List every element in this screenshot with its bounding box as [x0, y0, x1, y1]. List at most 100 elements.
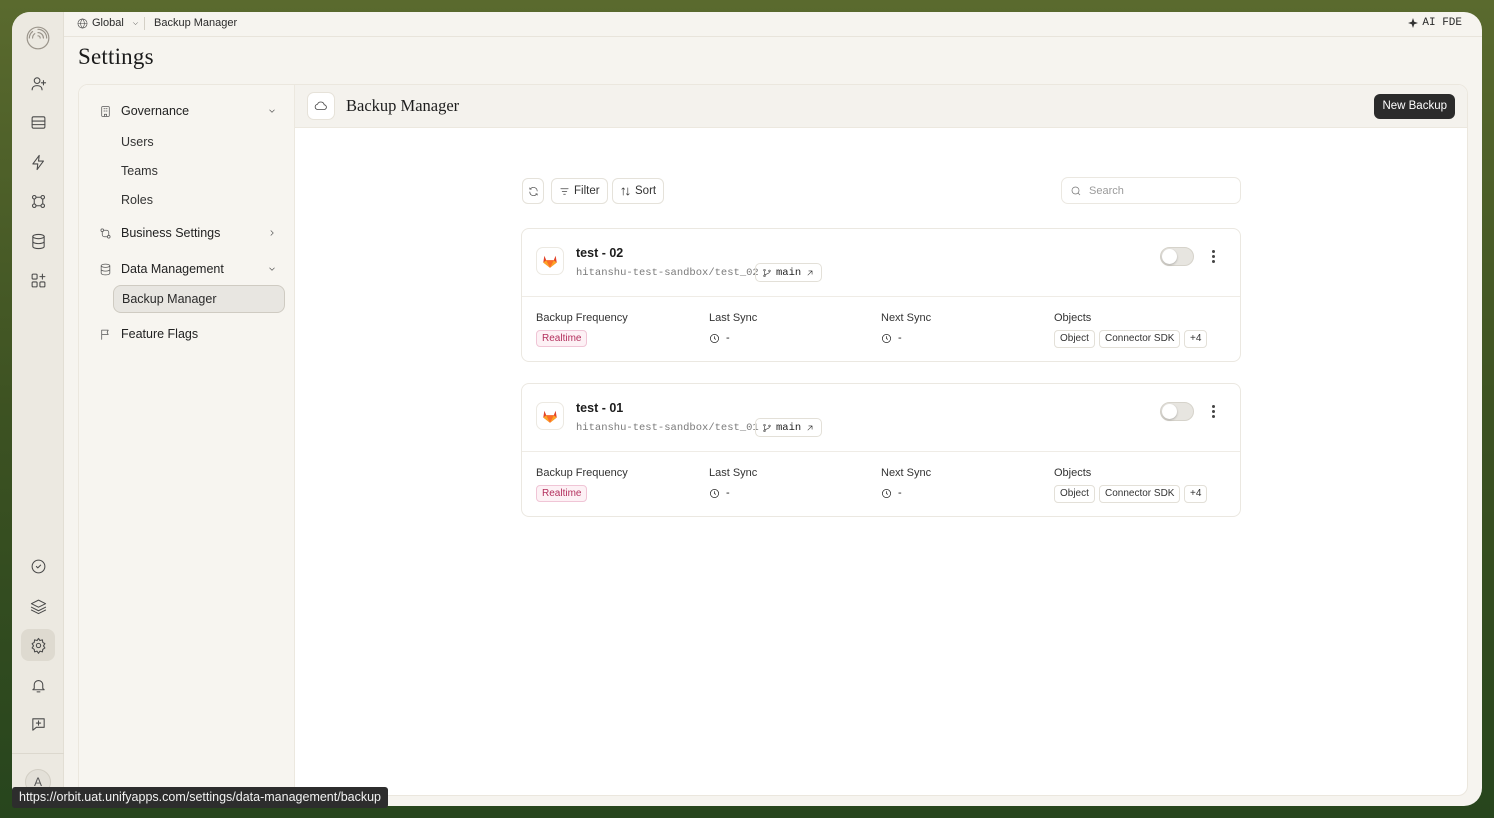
ai-fde-label: AI FDE [1422, 17, 1462, 29]
frequency-label: Backup Frequency [536, 467, 628, 479]
branch-link[interactable]: main [755, 418, 823, 437]
toggle-knob [1162, 404, 1177, 419]
settings-icon[interactable] [21, 629, 55, 661]
branch-label: main [776, 421, 802, 434]
sparkle-icon [1408, 18, 1419, 28]
repo-path: hitanshu-test-sandbox/test_02 [576, 267, 759, 279]
database-icon [100, 263, 111, 275]
building-icon [101, 105, 110, 117]
card-divider [522, 451, 1240, 452]
backup-toggle[interactable] [1160, 402, 1194, 421]
layers-icon[interactable] [21, 590, 55, 622]
search-icon [1071, 186, 1081, 195]
sidebar-item-users[interactable]: Users [121, 135, 154, 149]
settings-sidebar: Governance Users Teams Roles Business Se… [79, 85, 295, 795]
gitlab-icon [536, 247, 564, 275]
refresh-button[interactable] [522, 178, 544, 204]
filter-label: Filter [574, 185, 600, 197]
sidebar-item-backup-manager[interactable]: Backup Manager [113, 285, 285, 313]
app-window: A Global Backup Manager AI FDE Settings … [12, 12, 1482, 806]
git-compare-icon [100, 228, 111, 238]
sidebar-group-label: Business Settings [121, 226, 221, 240]
next-sync-text: - [898, 332, 902, 344]
last-sync-label: Last Sync [709, 312, 758, 324]
user-plus-icon[interactable] [21, 67, 55, 99]
object-tag: Object [1054, 485, 1095, 503]
clock-icon [710, 333, 719, 343]
scope-selector[interactable]: Global [77, 17, 140, 29]
more-objects-tag[interactable]: +4 [1184, 330, 1208, 348]
workflow-icon[interactable] [21, 185, 55, 217]
object-tag: Object [1054, 330, 1095, 348]
branch-link[interactable]: main [755, 263, 823, 282]
last-sync-text: - [726, 487, 730, 499]
more-options-icon[interactable] [1206, 247, 1220, 265]
shield-check-icon[interactable] [21, 550, 55, 582]
branch-label: main [776, 266, 802, 279]
repo-path: hitanshu-test-sandbox/test_01 [576, 422, 759, 434]
logo-icon[interactable] [21, 22, 55, 54]
filter-button[interactable]: Filter [551, 178, 608, 204]
database-icon[interactable] [21, 225, 55, 257]
sort-button[interactable]: Sort [612, 178, 665, 204]
sidebar-item-teams[interactable]: Teams [121, 164, 158, 178]
inbox-icon[interactable] [21, 106, 55, 138]
backup-card[interactable]: test - 02 hitanshu-test-sandbox/test_02 … [521, 228, 1241, 362]
git-branch-icon [763, 268, 771, 277]
sidebar-group-governance[interactable]: Governance [99, 104, 277, 118]
sidebar-group-feature-flags[interactable]: Feature Flags [99, 327, 277, 341]
backup-toggle[interactable] [1160, 247, 1194, 266]
object-tag: Connector SDK [1099, 330, 1181, 348]
feedback-icon[interactable] [21, 708, 55, 740]
cloud-icon [307, 92, 335, 120]
external-link-icon [807, 270, 813, 275]
backup-name: test - 01 [576, 401, 624, 415]
topbar: Global Backup Manager AI FDE [64, 12, 1482, 36]
search-field[interactable] [1061, 177, 1241, 204]
object-tag: Connector SDK [1099, 485, 1181, 503]
more-objects-tag[interactable]: +4 [1184, 485, 1208, 503]
clock-icon [882, 333, 891, 343]
external-link-icon [807, 425, 813, 430]
card-divider [522, 296, 1240, 297]
breadcrumb-separator [144, 17, 145, 30]
chevron-down-icon [269, 267, 275, 271]
main-content: Backup Manager New Backup Filter Sort Se… [295, 85, 1467, 795]
breadcrumb[interactable]: Backup Manager [154, 17, 237, 29]
sidebar-group-label: Feature Flags [121, 327, 199, 341]
frequency-label: Backup Frequency [536, 312, 628, 324]
page-title: Settings [78, 44, 154, 69]
filter-icon [560, 187, 569, 195]
sidebar-group-data-management[interactable]: Data Management [99, 262, 277, 276]
lightning-icon[interactable] [21, 146, 55, 178]
search-input[interactable] [1089, 184, 1229, 197]
sort-icon [621, 186, 630, 196]
globe-icon [77, 17, 88, 29]
next-sync-label: Next Sync [881, 467, 932, 479]
toggle-knob [1162, 249, 1177, 264]
last-sync-value: - [709, 332, 730, 344]
next-sync-label: Next Sync [881, 312, 932, 324]
status-bar-url: https://orbit.uat.unifyapps.com/settings… [12, 787, 389, 808]
more-options-icon[interactable] [1206, 402, 1220, 420]
backup-card[interactable]: test - 01 hitanshu-test-sandbox/test_01 … [521, 383, 1241, 517]
refresh-icon [528, 186, 538, 196]
sidebar-group-label: Governance [121, 104, 190, 118]
settings-panel: Governance Users Teams Roles Business Se… [78, 84, 1468, 796]
sort-label: Sort [635, 185, 657, 197]
next-sync-value: - [881, 487, 902, 499]
apps-icon[interactable] [21, 264, 55, 296]
objects-label: Objects [1054, 467, 1092, 479]
new-backup-button[interactable]: New Backup [1374, 94, 1455, 119]
gitlab-icon [536, 402, 564, 430]
sidebar-group-business-settings[interactable]: Business Settings [99, 226, 277, 240]
scope-label: Global [92, 17, 124, 29]
chevron-down-icon [132, 21, 138, 25]
sidebar-item-roles[interactable]: Roles [121, 193, 153, 207]
bell-icon[interactable] [21, 669, 55, 701]
icon-rail: A [12, 12, 64, 806]
backup-name: test - 02 [576, 246, 624, 260]
sidebar-group-label: Data Management [121, 262, 224, 276]
chevron-down-icon [269, 109, 275, 113]
ai-fde-button[interactable]: AI FDE [1408, 17, 1462, 29]
